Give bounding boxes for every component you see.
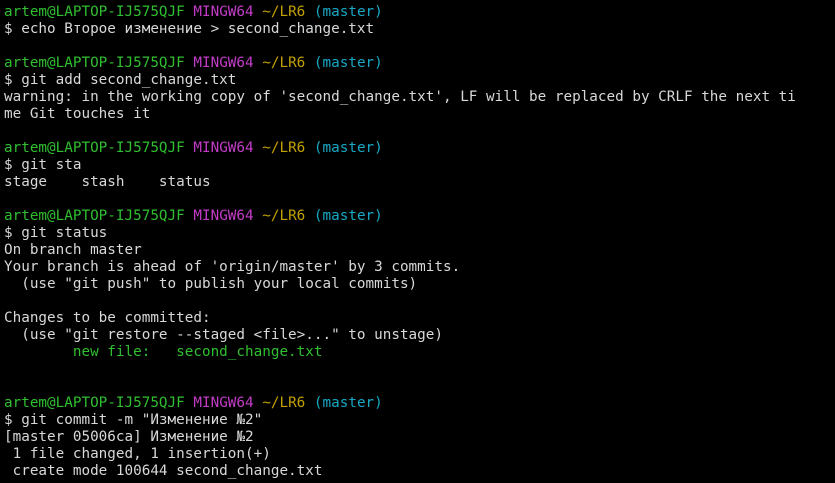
output-text: Your branch is ahead of 'origin/master' … — [4, 259, 461, 275]
prompt-branch: (master) — [313, 395, 383, 411]
prompt-system: MINGW64 — [193, 140, 254, 156]
command-line: $ git commit -m "Изменение №2" — [0, 412, 835, 429]
output-line: stage stash status — [0, 174, 835, 191]
output-line: (use "git push" to publish your local co… — [0, 276, 835, 293]
command-line: $ echo Второе изменение > second_change.… — [0, 21, 835, 38]
command-line: $ git status — [0, 225, 835, 242]
command-text: $ git add second_change.txt — [4, 72, 237, 88]
output-text: On branch master — [4, 242, 142, 258]
prompt-line: artem@LAPTOP-IJ575QJF MINGW64 ~/LR6 (mas… — [0, 55, 835, 72]
prompt-line: artem@LAPTOP-IJ575QJF MINGW64 ~/LR6 (mas… — [0, 140, 835, 157]
prompt-system: MINGW64 — [193, 208, 254, 224]
output-text: (use "git restore --staged <file>..." to… — [4, 327, 443, 343]
output-line: warning: in the working copy of 'second_… — [0, 89, 835, 106]
prompt-user-host: artem@LAPTOP-IJ575QJF — [4, 208, 185, 224]
command-text: $ git sta — [4, 157, 82, 173]
output-line: On branch master — [0, 242, 835, 259]
staged-file-text: new file: second_change.txt — [4, 344, 323, 360]
output-line: me Git touches it — [0, 106, 835, 123]
prompt-user-host: artem@LAPTOP-IJ575QJF — [4, 4, 185, 20]
output-line: [master 05006ca] Изменение №2 — [0, 429, 835, 446]
output-line: Your branch is ahead of 'origin/master' … — [0, 259, 835, 276]
prompt-branch: (master) — [313, 55, 383, 71]
output-text: [master 05006ca] Изменение №2 — [4, 429, 254, 445]
prompt-path: ~/LR6 — [262, 140, 306, 156]
prompt-user-host: artem@LAPTOP-IJ575QJF — [4, 395, 185, 411]
prompt-path: ~/LR6 — [262, 395, 306, 411]
prompt-system: MINGW64 — [193, 4, 254, 20]
prompt-line: artem@LAPTOP-IJ575QJF MINGW64 ~/LR6 (mas… — [0, 395, 835, 412]
prompt-user-host: artem@LAPTOP-IJ575QJF — [4, 140, 185, 156]
output-text: me Git touches it — [4, 106, 151, 122]
output-text: stage stash status — [4, 174, 211, 190]
prompt-line: artem@LAPTOP-IJ575QJF MINGW64 ~/LR6 (mas… — [0, 208, 835, 225]
prompt-branch: (master) — [313, 140, 383, 156]
prompt-user-host: artem@LAPTOP-IJ575QJF — [4, 55, 185, 71]
output-line: Changes to be committed: — [0, 310, 835, 327]
staged-file-line: new file: second_change.txt — [0, 344, 835, 361]
output-line: create mode 100644 second_change.txt — [0, 463, 835, 480]
terminal-window[interactable]: artem@LAPTOP-IJ575QJF MINGW64 ~/LR6 (mas… — [0, 4, 835, 483]
command-text: $ git status — [4, 225, 108, 241]
prompt-line: artem@LAPTOP-IJ575QJF MINGW64 ~/LR6 (mas… — [0, 4, 835, 21]
prompt-path: ~/LR6 — [262, 208, 306, 224]
output-line: 1 file changed, 1 insertion(+) — [0, 446, 835, 463]
prompt-path: ~/LR6 — [262, 55, 306, 71]
output-text: (use "git push" to publish your local co… — [4, 276, 418, 292]
prompt-system: MINGW64 — [193, 55, 254, 71]
output-text: 1 file changed, 1 insertion(+) — [4, 446, 271, 462]
prompt-branch: (master) — [313, 208, 383, 224]
prompt-system: MINGW64 — [193, 395, 254, 411]
prompt-path: ~/LR6 — [262, 4, 306, 20]
prompt-branch: (master) — [313, 4, 383, 20]
output-text: warning: in the working copy of 'second_… — [4, 89, 796, 105]
command-line: $ git sta — [0, 157, 835, 174]
output-text: Changes to be committed: — [4, 310, 211, 326]
command-text: $ echo Второе изменение > second_change.… — [4, 21, 375, 37]
command-line: $ git add second_change.txt — [0, 72, 835, 89]
output-line: (use "git restore --staged <file>..." to… — [0, 327, 835, 344]
command-text: $ git commit -m "Изменение №2" — [4, 412, 263, 428]
output-text: create mode 100644 second_change.txt — [4, 463, 323, 479]
